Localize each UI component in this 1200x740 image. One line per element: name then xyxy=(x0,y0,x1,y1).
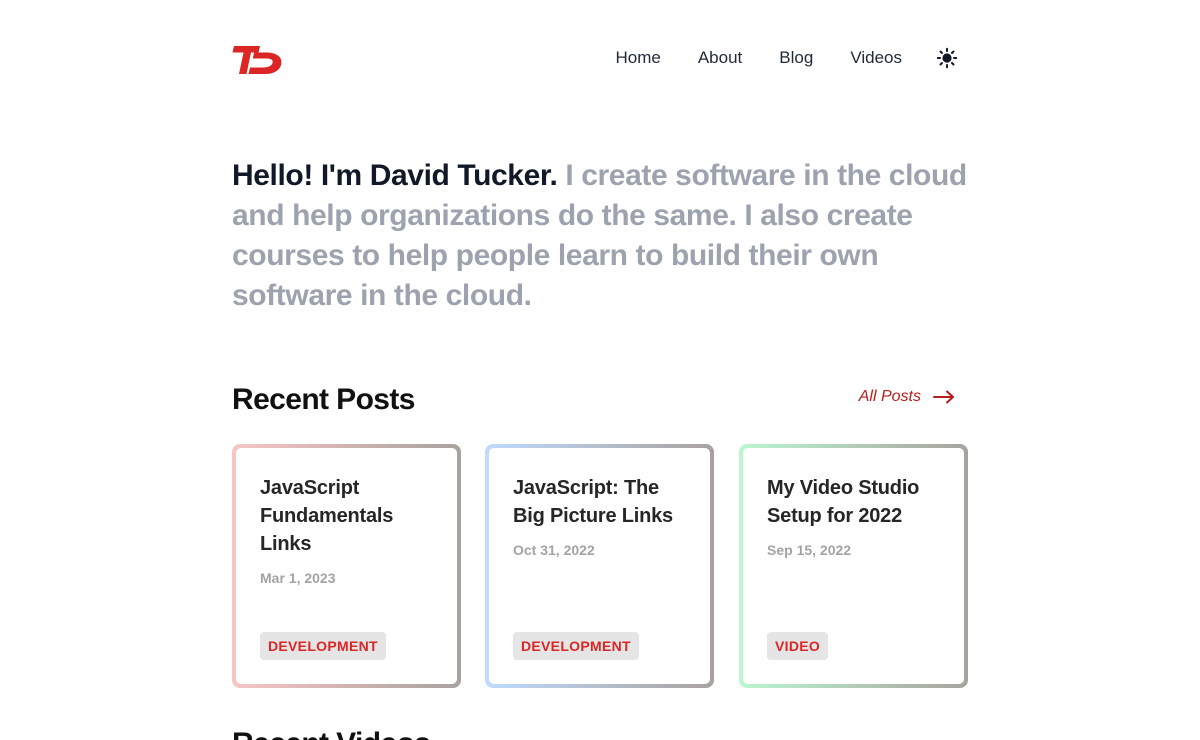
all-posts-label: All Posts xyxy=(858,388,921,405)
sun-icon xyxy=(936,47,958,69)
post-card-body: My Video Studio Setup for 2022 Sep 15, 2… xyxy=(743,448,964,684)
page: Home About Blog Videos Hello! I'm David … xyxy=(0,0,1200,740)
intro-text: Hello! I'm David Tucker. I create softwa… xyxy=(232,156,972,316)
nav-videos[interactable]: Videos xyxy=(850,48,902,68)
post-date: Sep 15, 2022 xyxy=(767,542,852,558)
post-card-body: JavaScript Fundamentals Links Mar 1, 202… xyxy=(236,448,457,684)
nav-home[interactable]: Home xyxy=(615,48,660,68)
post-card[interactable]: JavaScript: The Big Picture Links Oct 31… xyxy=(485,444,714,688)
post-card[interactable]: JavaScript Fundamentals Links Mar 1, 202… xyxy=(232,444,461,688)
main-nav: Home About Blog Videos xyxy=(578,40,958,76)
post-card[interactable]: My Video Studio Setup for 2022 Sep 15, 2… xyxy=(739,444,968,688)
td-logo-icon xyxy=(232,46,282,74)
post-title: JavaScript Fundamentals Links xyxy=(260,477,394,555)
recent-posts-list: JavaScript Fundamentals Links Mar 1, 202… xyxy=(232,444,968,688)
intro-greeting: Hello! I'm David Tucker. xyxy=(232,159,558,192)
theme-toggle-button[interactable] xyxy=(936,47,958,69)
post-tag[interactable]: DEVELOPMENT xyxy=(260,632,386,660)
nav-about[interactable]: About xyxy=(698,48,742,68)
post-title: My Video Studio Setup for 2022 xyxy=(767,477,920,527)
nav-blog[interactable]: Blog xyxy=(779,48,813,68)
recent-posts-title: Recent Posts xyxy=(232,383,415,416)
post-title: JavaScript: The Big Picture Links xyxy=(513,477,673,527)
post-card-body: JavaScript: The Big Picture Links Oct 31… xyxy=(489,448,710,684)
post-tag[interactable]: VIDEO xyxy=(767,632,829,660)
arrow-right-icon xyxy=(933,390,954,404)
post-date: Mar 1, 2023 xyxy=(260,570,336,586)
post-date: Oct 31, 2022 xyxy=(513,542,595,558)
site-header: Home About Blog Videos xyxy=(232,40,968,80)
recent-videos-title: Recent Videos xyxy=(232,724,431,740)
all-posts-link[interactable]: All Posts xyxy=(859,388,955,406)
post-tag[interactable]: DEVELOPMENT xyxy=(513,632,639,660)
